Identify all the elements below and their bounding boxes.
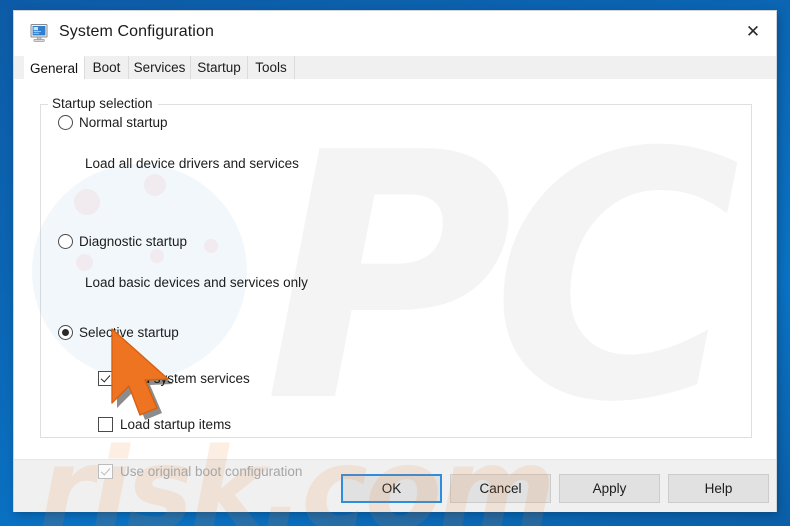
radio-normal-startup-indicator	[58, 115, 73, 130]
tab-label: Boot	[92, 60, 121, 75]
tab-label: Services	[133, 60, 186, 75]
startup-selection-label: Startup selection	[48, 96, 158, 111]
system-configuration-icon	[30, 24, 48, 42]
radio-selective-startup-indicator	[58, 325, 73, 340]
tab-strip: General Boot Services Startup Tools	[14, 56, 776, 80]
radio-diagnostic-startup-indicator	[58, 234, 73, 249]
radio-diagnostic-startup-label: Diagnostic startup	[79, 234, 188, 249]
checkbox-load-system-services[interactable]: Load system services	[98, 371, 790, 386]
tab-general[interactable]: General	[24, 56, 85, 79]
window-title: System Configuration	[59, 23, 214, 40]
checkbox-use-original-boot-configuration-indicator	[98, 464, 113, 479]
checkbox-use-original-boot-configuration-label: Use original boot configuration	[120, 464, 303, 479]
checkbox-load-startup-items-indicator	[98, 417, 113, 432]
tab-startup[interactable]: Startup	[191, 56, 248, 79]
title-bar: System Configuration ✕	[14, 11, 776, 56]
checkbox-use-original-boot-configuration: Use original boot configuration	[98, 464, 790, 479]
close-icon: ✕	[745, 21, 761, 42]
tab-boot[interactable]: Boot	[85, 56, 129, 79]
checkbox-load-startup-items-label: Load startup items	[120, 417, 232, 432]
radio-diagnostic-startup[interactable]: Diagnostic startup	[58, 234, 790, 249]
radio-selective-startup[interactable]: Selective startup	[58, 325, 790, 340]
startup-selection-groupbox	[40, 104, 752, 438]
checkbox-load-startup-items[interactable]: Load startup items	[98, 417, 790, 432]
tab-label: Startup	[197, 60, 241, 75]
tab-label: Tools	[255, 60, 287, 75]
checkbox-load-system-services-indicator	[98, 371, 113, 386]
desktop-background: System Configuration ✕ General Boot Servic…	[0, 0, 790, 526]
tab-tools[interactable]: Tools	[248, 56, 295, 79]
description-normal-startup: Load all device drivers and services	[85, 156, 299, 171]
radio-selective-startup-label: Selective startup	[79, 325, 179, 340]
radio-normal-startup-label: Normal startup	[79, 115, 168, 130]
system-configuration-window: System Configuration ✕ General Boot Servic…	[14, 11, 776, 526]
close-button[interactable]: ✕	[730, 11, 776, 53]
radio-normal-startup[interactable]: Normal startup	[58, 115, 790, 130]
tab-services[interactable]: Services	[129, 56, 191, 79]
tab-label: General	[29, 60, 79, 76]
description-diagnostic-startup: Load basic devices and services only	[85, 275, 308, 290]
checkbox-load-system-services-label: Load system services	[120, 371, 250, 386]
tab-page-general: PC risk.com Startup selection Normal sta…	[14, 79, 776, 526]
